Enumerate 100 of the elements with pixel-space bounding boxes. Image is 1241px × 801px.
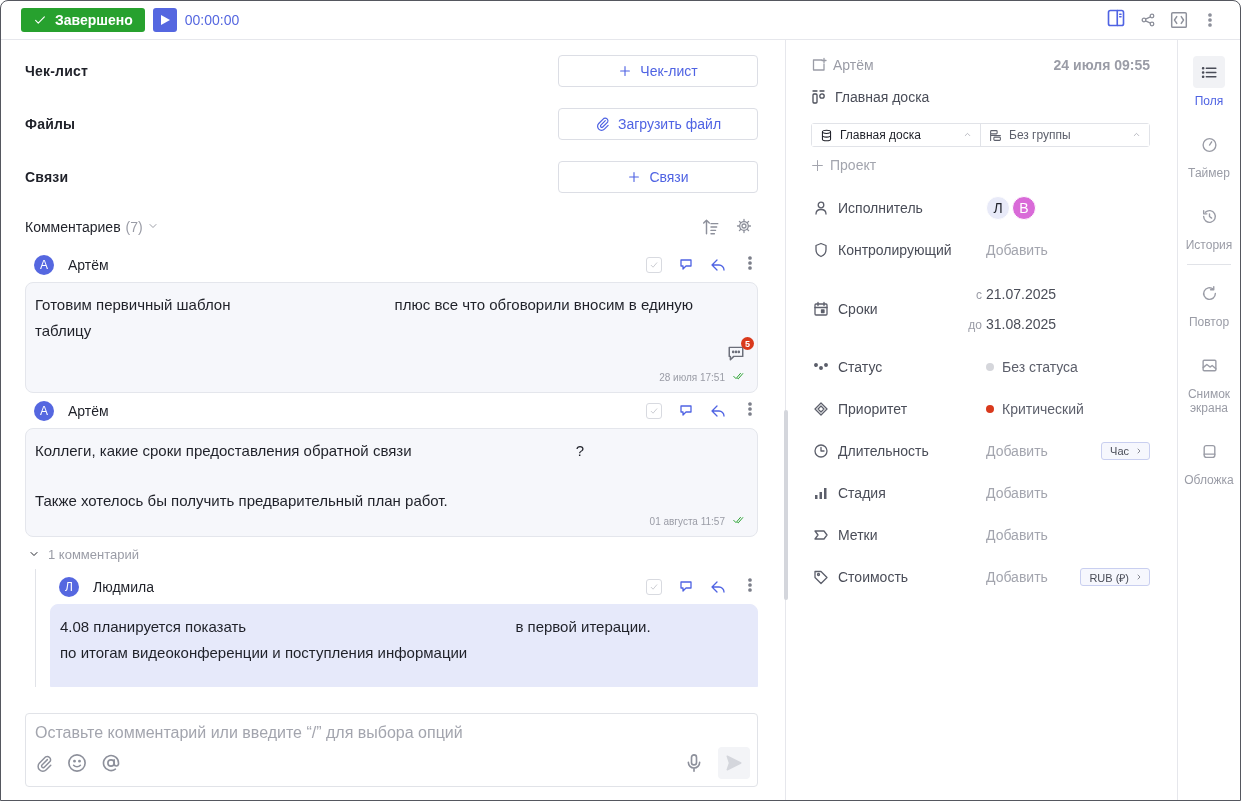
- side-tab[interactable]: Снимок экрана: [1179, 349, 1239, 415]
- settings-icon: [736, 218, 752, 234]
- add-button[interactable]: Чек-лист: [558, 54, 758, 87]
- field-label: Статус: [838, 359, 883, 375]
- chevron-icon: [1135, 447, 1143, 455]
- field-label: Метки: [838, 527, 878, 543]
- add-button[interactable]: Загрузить файл: [558, 107, 758, 140]
- side-tab[interactable]: Таймер: [1179, 128, 1239, 180]
- add-link[interactable]: Добавить: [986, 569, 1048, 585]
- diamond-icon: [813, 401, 829, 417]
- comment-author: Артём: [68, 256, 109, 273]
- emoji-icon: [67, 753, 87, 773]
- bars-icon: [813, 485, 829, 501]
- panel-icon: [1106, 8, 1126, 28]
- comment-time: 01 августа 11:57: [649, 515, 725, 527]
- comment-text: Коллеги, какие сроки предоставления обратной связи ?: [35, 441, 586, 461]
- unit-chip[interactable]: Час: [1101, 442, 1150, 460]
- field-label: Стадия: [838, 485, 886, 501]
- field-label: Длительность: [838, 443, 929, 459]
- resolve-checkbox[interactable]: [646, 402, 662, 419]
- plus-icon: [811, 158, 824, 172]
- add-button[interactable]: Связи: [558, 160, 758, 193]
- send-icon: [725, 754, 743, 772]
- creator-name: Артём: [833, 57, 874, 73]
- avatar: А: [34, 400, 54, 421]
- plus-icon: [627, 169, 642, 184]
- paperclip-icon: [35, 754, 53, 772]
- section-label: Файлы: [25, 115, 76, 132]
- end-date[interactable]: 31.08.2025: [986, 315, 1057, 332]
- field-value[interactable]: Без статуса: [1002, 359, 1078, 375]
- field-label: Приоритет: [838, 401, 908, 417]
- comment-author: Людмила: [93, 578, 154, 595]
- check-icon: [649, 259, 659, 270]
- side-tab[interactable]: Поля: [1179, 56, 1239, 108]
- replies-count[interactable]: 1 комментарий: [48, 546, 139, 562]
- comment-text: 4.08 планируется показать в первой итерации.: [60, 617, 652, 637]
- chat-icon: [727, 344, 745, 362]
- side-tab[interactable]: Повтор: [1179, 277, 1239, 329]
- comment-time: 28 июля 17:51: [659, 371, 725, 383]
- board-icon: [811, 89, 827, 105]
- clock-icon: [813, 443, 829, 459]
- section-label: Чек-лист: [25, 62, 89, 79]
- comments-title: Комментариев: [25, 219, 121, 235]
- scrollbar[interactable]: [784, 410, 788, 600]
- collapse-icon: [1170, 11, 1188, 29]
- history-icon: [1200, 207, 1218, 225]
- share-icon: [1140, 12, 1156, 28]
- add-link[interactable]: Добавить: [986, 242, 1048, 258]
- assignee-avatar[interactable]: В: [1012, 196, 1036, 220]
- avatar: А: [34, 254, 54, 275]
- comment-text: Готовим первичный шаблон плюс все что обговорили вносим в единую таблицу: [35, 295, 695, 341]
- side-tab[interactable]: Обложка: [1179, 435, 1239, 487]
- add-link[interactable]: Добавить: [986, 485, 1048, 501]
- start-date[interactable]: 21.07.2025: [986, 285, 1057, 302]
- count-badge: 5: [741, 337, 754, 350]
- board-name: Главная доска: [835, 89, 930, 105]
- check-icon: [649, 405, 659, 416]
- field-label: Сроки: [838, 300, 878, 317]
- section-label: Связи: [25, 168, 69, 185]
- timer-icon: [1200, 135, 1218, 153]
- send-button[interactable]: [718, 747, 750, 779]
- play-button[interactable]: [152, 8, 177, 32]
- person-icon: [813, 200, 829, 216]
- timer: 00:00:00: [184, 12, 240, 28]
- resolve-checkbox[interactable]: [646, 256, 662, 273]
- comment-author: Артём: [68, 402, 109, 419]
- check-icon: [649, 581, 659, 592]
- field-label: Стоимость: [838, 569, 909, 585]
- add-link[interactable]: Добавить: [986, 443, 1048, 459]
- plus-icon: [618, 63, 633, 78]
- resolve-checkbox[interactable]: [646, 578, 662, 595]
- label-icon: [813, 527, 829, 543]
- tag-icon: [813, 569, 829, 585]
- date-prefix: до: [967, 317, 982, 332]
- shield-icon: [813, 242, 829, 258]
- paperclip-icon: [594, 116, 610, 131]
- comment-text: по итогам видеоконференции и поступления информации: [60, 643, 469, 663]
- calendar-icon: [813, 300, 829, 317]
- date-prefix: с: [975, 287, 982, 302]
- cover-icon: [1200, 442, 1218, 460]
- sort-icon: [702, 218, 720, 236]
- repeat-icon: [1200, 284, 1218, 302]
- unit-chip[interactable]: RUB (₽): [1080, 568, 1150, 586]
- assignee-avatar[interactable]: Л: [986, 196, 1010, 220]
- avatar: Л: [59, 576, 79, 597]
- at-sign-icon: [101, 753, 121, 773]
- chevron-icon: [1135, 573, 1143, 581]
- created-date: 24 июля 09:55: [1053, 57, 1150, 73]
- add-link[interactable]: Добавить: [986, 527, 1048, 543]
- status-button[interactable]: Завершено: [21, 8, 145, 32]
- field-label: Исполнитель: [838, 200, 923, 216]
- check-icon: [33, 13, 47, 27]
- play-icon: [158, 14, 171, 26]
- add-project-button[interactable]: Проект: [811, 155, 877, 175]
- add-card-icon: [811, 57, 827, 73]
- field-label: Контролирующий: [838, 242, 952, 258]
- comment-text: Также хотелось бы получить предварительный план работ.: [35, 491, 449, 511]
- side-tab[interactable]: История: [1179, 200, 1239, 252]
- image-icon: [1200, 356, 1218, 374]
- field-value[interactable]: Критический: [1002, 401, 1084, 417]
